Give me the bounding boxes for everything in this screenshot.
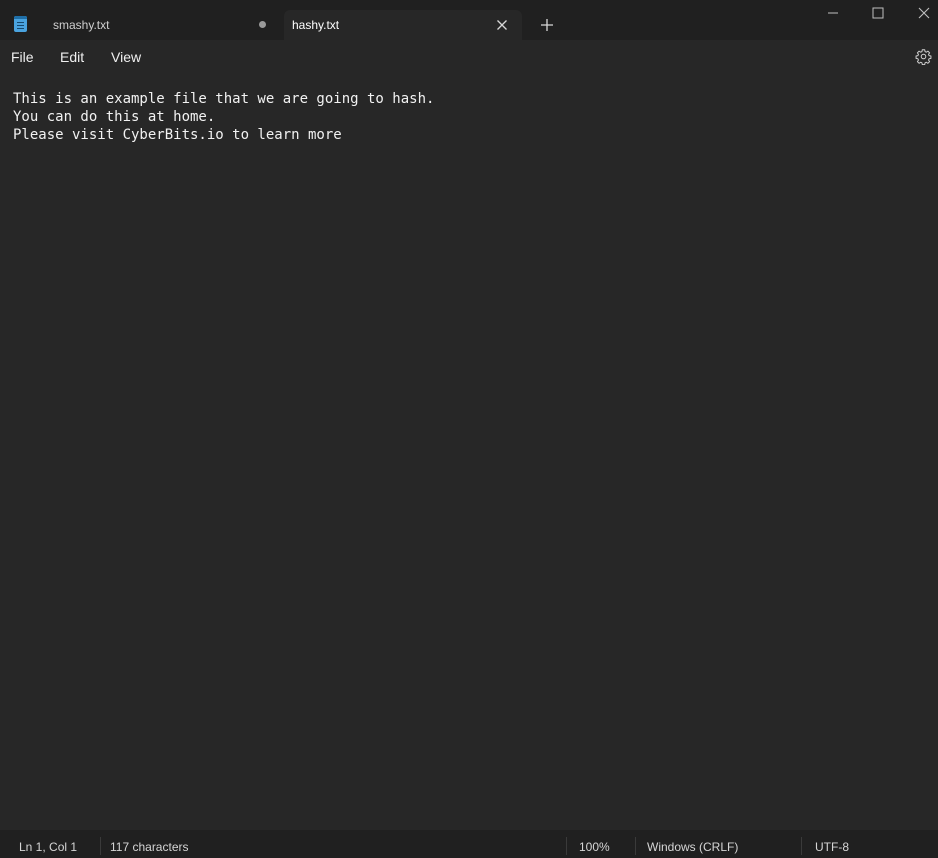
title-bar: smashy.txt hashy.txt <box>0 0 938 40</box>
status-divider <box>801 837 802 855</box>
status-divider <box>566 837 567 855</box>
notepad-icon <box>14 16 27 32</box>
menu-view[interactable]: View <box>111 49 141 65</box>
menu-bar: File Edit View <box>0 40 938 72</box>
text-editor[interactable]: This is an example file that we are goin… <box>0 72 938 830</box>
tab-label: smashy.txt <box>53 18 110 32</box>
tab-hashy[interactable]: hashy.txt <box>284 10 522 40</box>
gear-icon[interactable] <box>915 48 932 65</box>
encoding[interactable]: UTF-8 <box>815 840 849 854</box>
line-ending[interactable]: Windows (CRLF) <box>647 840 738 854</box>
close-icon[interactable] <box>494 17 510 33</box>
status-divider <box>635 837 636 855</box>
maximize-icon[interactable] <box>869 4 887 22</box>
close-icon[interactable] <box>915 4 933 22</box>
tab-smashy[interactable]: smashy.txt <box>40 10 280 40</box>
status-divider <box>100 837 101 855</box>
notepad-window: smashy.txt hashy.txt File Edit View This… <box>0 0 938 858</box>
character-count: 117 characters <box>110 840 189 854</box>
unsaved-dot-icon <box>259 21 266 28</box>
status-bar: Ln 1, Col 1 117 characters 100% Windows … <box>0 830 938 858</box>
menu-file[interactable]: File <box>11 49 34 65</box>
editor-content[interactable]: This is an example file that we are goin… <box>13 90 434 144</box>
zoom-level[interactable]: 100% <box>579 840 610 854</box>
minimize-icon[interactable] <box>824 4 842 22</box>
menu-edit[interactable]: Edit <box>60 49 84 65</box>
plus-icon[interactable] <box>538 16 556 34</box>
tab-label: hashy.txt <box>292 18 340 32</box>
cursor-position[interactable]: Ln 1, Col 1 <box>19 840 77 854</box>
